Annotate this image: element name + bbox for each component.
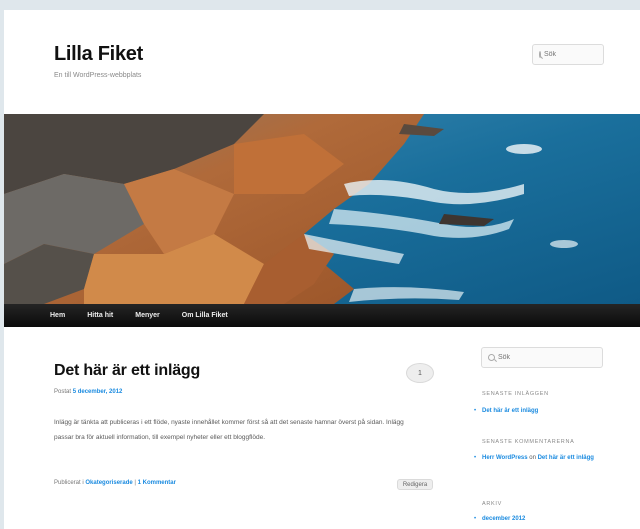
nav-item-hem[interactable]: Hem xyxy=(50,312,65,319)
comment-author-link[interactable]: Herr WordPress xyxy=(482,455,528,461)
post-meta: Postat 5 december, 2012 xyxy=(54,389,122,395)
comments-link[interactable]: 1 Kommentar xyxy=(138,480,176,486)
header-search-field[interactable] xyxy=(532,44,604,65)
post-footer: Publicerat i Okategoriserade | 1 Komment… xyxy=(54,480,176,486)
list-item: Det här är ett inlägg xyxy=(474,407,614,416)
comment-post-link[interactable]: Det här är ett inlägg xyxy=(538,455,594,461)
post-title[interactable]: Det här är ett inlägg xyxy=(54,362,200,380)
search-icon xyxy=(488,354,495,361)
header-banner-image xyxy=(4,114,640,304)
page: Lilla Fiket En till WordPress-webbplats xyxy=(4,10,640,529)
recent-comments-list: Herr WordPress on Det här är ett inlägg xyxy=(474,454,614,463)
post-meta-prefix: Postat xyxy=(54,389,73,395)
recent-comments-title: SENASTE KOMMENTARERNA xyxy=(482,439,575,445)
comment-on-text: on xyxy=(527,455,538,461)
list-item: Herr WordPress on Det här är ett inlägg xyxy=(474,454,614,463)
nav-item-om-lilla-fiket[interactable]: Om Lilla Fiket xyxy=(182,312,228,319)
post-body: Inlägg är tänkta att publiceras i ett fl… xyxy=(54,419,404,441)
post-date-link[interactable]: 5 december, 2012 xyxy=(73,389,123,395)
rocky-coast-image xyxy=(4,114,640,304)
sidebar-search-input[interactable] xyxy=(498,354,558,361)
recent-posts-title: SENASTE INLÄGGEN xyxy=(482,391,549,397)
site-title[interactable]: Lilla Fiket xyxy=(54,43,143,66)
search-icon xyxy=(539,51,541,58)
edit-post-button[interactable]: Redigera xyxy=(397,479,433,490)
post-footer-prefix: Publicerat i xyxy=(54,480,86,486)
nav-item-hitta-hit[interactable]: Hitta hit xyxy=(87,312,113,319)
list-item: december 2012 xyxy=(474,515,614,524)
sidebar-search-field[interactable] xyxy=(481,347,603,368)
category-link[interactable]: Okategoriserade xyxy=(85,480,132,486)
recent-posts-list: Det här är ett inlägg xyxy=(474,407,614,416)
main-navigation: Hem Hitta hit Menyer Om Lilla Fiket xyxy=(4,304,640,327)
archive-list: december 2012 xyxy=(474,515,614,524)
recent-post-link[interactable]: Det här är ett inlägg xyxy=(482,408,538,414)
header-search-input[interactable] xyxy=(544,51,604,58)
site-description: En till WordPress-webbplats xyxy=(54,72,142,79)
archive-title: ARKIV xyxy=(482,501,503,507)
comment-count-bubble[interactable]: 1 xyxy=(406,363,434,383)
archive-link[interactable]: december 2012 xyxy=(482,516,525,522)
nav-item-menyer[interactable]: Menyer xyxy=(135,312,160,319)
